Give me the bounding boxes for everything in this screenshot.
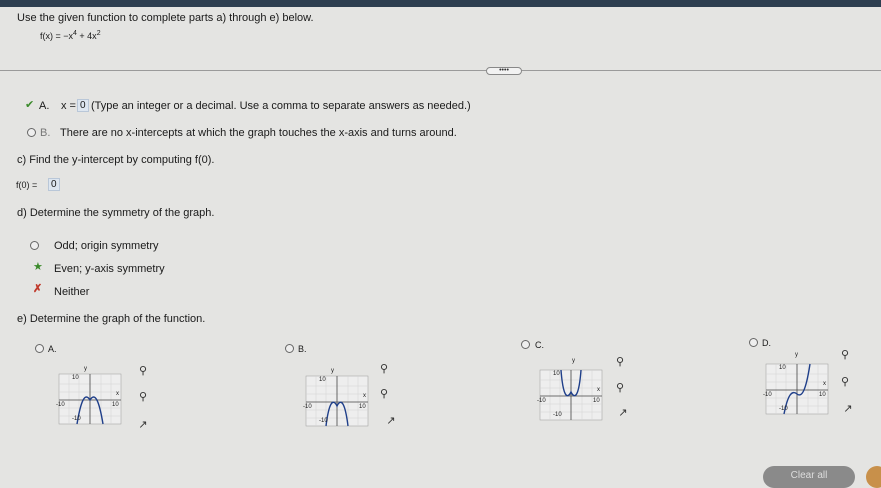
function-part-1: f(x) = −x [40, 31, 74, 41]
graph-b-top-tick: 10 [319, 377, 326, 383]
zoom-out-icon[interactable]: ⚲ [377, 387, 391, 401]
graph-d-x-label: x [823, 381, 826, 387]
symmetry-odd-label: Odd; origin symmetry [54, 240, 159, 252]
symmetry-even-label: Even; y-axis symmetry [54, 263, 165, 275]
zoom-out-icon[interactable]: ⚲ [136, 390, 150, 404]
option-b-text: There are no x-intercepts at which the g… [60, 127, 457, 139]
graph-a-bottom-tick: -10 [72, 416, 81, 422]
zoom-out-icon[interactable]: ⚲ [613, 381, 627, 395]
part-c-prompt: c) Find the y-intercept by computing f(0… [17, 154, 215, 166]
section-divider [0, 70, 881, 71]
graph-a-y-label: y [84, 366, 87, 372]
incorrect-x-icon: ✗ [33, 283, 43, 295]
f0-label: f(0) = [16, 180, 38, 190]
graph-b: y x 10 -10 -10 10 [302, 368, 372, 430]
part-d-prompt: d) Determine the symmetry of the graph. [17, 207, 215, 219]
graph-b-letter: B. [298, 344, 307, 354]
top-bar [0, 0, 881, 7]
graph-a-radio[interactable] [35, 344, 44, 353]
graph-a-left-tick: -10 [56, 402, 65, 408]
graph-b-right-tick: 10 [359, 404, 366, 410]
option-a-letter: A. [39, 100, 50, 112]
graph-b-x-label: x [363, 393, 366, 399]
zoom-in-icon[interactable]: ⚲ [377, 362, 391, 376]
clear-all-button[interactable]: Clear all [763, 466, 855, 488]
function-exp-2: 2 [96, 30, 101, 37]
zoom-in-icon[interactable]: ⚲ [613, 355, 627, 369]
expand-icon[interactable]: ↗ [616, 406, 630, 420]
option-b-letter: B. [40, 127, 51, 139]
graph-c-y-label: y [572, 358, 575, 364]
correct-star-icon: ★ [33, 261, 43, 273]
graph-d-letter: D. [762, 338, 771, 348]
expand-icon[interactable]: ↗ [841, 402, 855, 416]
expand-icon[interactable]: ↗ [384, 414, 398, 428]
graph-c-right-tick: 10 [593, 398, 600, 404]
instructions: Use the given function to complete parts… [17, 12, 314, 24]
graph-d: y x 10 -10 -10 10 [762, 352, 832, 418]
graph-d-bottom-tick: -10 [779, 406, 788, 412]
graph-a-top-tick: 10 [72, 375, 79, 381]
graph-c-radio[interactable] [521, 340, 530, 349]
graph-d-top-tick: 10 [779, 365, 786, 371]
graph-d-radio[interactable] [749, 338, 758, 347]
next-button[interactable] [866, 466, 881, 488]
graph-b-radio[interactable] [285, 344, 294, 353]
zoom-out-icon[interactable]: ⚲ [838, 375, 852, 389]
part-e-prompt: e) Determine the graph of the function. [17, 313, 206, 325]
graph-c-bottom-tick: -10 [553, 412, 562, 418]
graph-a-right-tick: 10 [112, 402, 119, 408]
graph-c: y x 10 -10 -10 10 [536, 358, 606, 424]
graph-c-top-tick: 10 [553, 371, 560, 377]
graph-a: y x 10 -10 -10 10 [55, 366, 125, 428]
graph-d-left-tick: -10 [763, 392, 772, 398]
graph-d-y-label: y [795, 352, 798, 358]
function-part-2: + 4x [76, 31, 97, 41]
option-b-radio[interactable] [27, 128, 36, 137]
graph-b-bottom-tick: -10 [319, 418, 328, 424]
graph-b-y-label: y [331, 368, 334, 374]
x-value-answer[interactable]: 0 [77, 99, 89, 112]
symmetry-neither-label: Neither [54, 286, 90, 298]
x-hint: (Type an integer or a decimal. Use a com… [91, 100, 471, 112]
zoom-in-icon[interactable]: ⚲ [838, 348, 852, 362]
graph-b-left-tick: -10 [303, 404, 312, 410]
graph-c-letter: C. [535, 340, 544, 350]
divider-drag-handle[interactable]: •••• [486, 67, 522, 75]
graph-a-x-label: x [116, 391, 119, 397]
correct-check-icon: ✔ [25, 99, 35, 111]
graph-c-left-tick: -10 [537, 398, 546, 404]
graph-d-right-tick: 10 [819, 392, 826, 398]
f0-answer[interactable]: 0 [48, 178, 60, 191]
graph-a-letter: A. [48, 344, 57, 354]
function-definition: f(x) = −x4 + 4x2 [40, 30, 101, 41]
zoom-in-icon[interactable]: ⚲ [136, 364, 150, 378]
x-label: x = [61, 100, 76, 112]
symmetry-odd-radio[interactable] [30, 241, 39, 250]
expand-icon[interactable]: ↗ [136, 418, 150, 432]
graph-c-x-label: x [597, 387, 600, 393]
